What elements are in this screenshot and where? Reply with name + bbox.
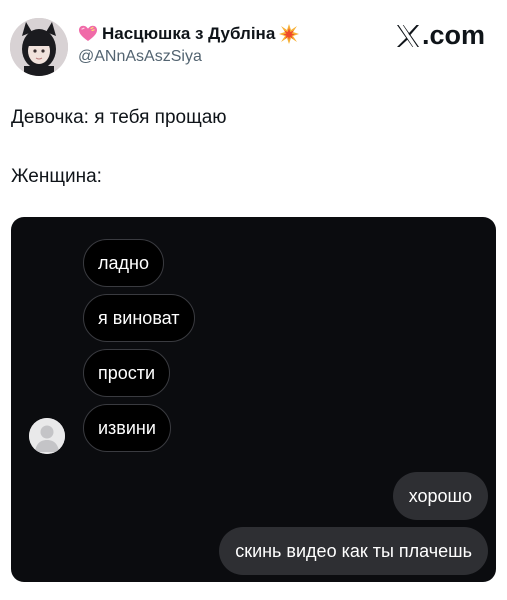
author-handle[interactable]: @ANnAsAszSiya bbox=[78, 48, 202, 66]
author-name-row[interactable]: Насцюшка з Дубліна bbox=[78, 22, 300, 46]
collision-icon bbox=[279, 24, 300, 44]
x-logo-icon bbox=[395, 23, 421, 49]
incoming-message-bubble[interactable]: я виноват bbox=[83, 294, 195, 342]
pink-heart-icon bbox=[78, 24, 98, 44]
author-name: Насцюшка з Дубліна bbox=[102, 24, 276, 43]
outgoing-message-bubble[interactable]: хорошо bbox=[392, 472, 488, 520]
tweet-text-line: Девочка: я тебя прощаю bbox=[11, 107, 227, 128]
outgoing-message-bubble[interactable]: скинь видео как ты плачешь bbox=[219, 527, 488, 575]
incoming-message-bubble[interactable]: извини bbox=[83, 404, 171, 452]
incoming-message-bubble[interactable]: прости bbox=[83, 349, 171, 397]
brand-watermark: .com bbox=[395, 20, 485, 51]
tweet-header: Насцюшка з Дубліна @ANnAsAszSiya .com bbox=[10, 14, 497, 76]
author-avatar[interactable] bbox=[10, 18, 68, 76]
chat-screenshot: ладно я виноват прости извини хорошо ски… bbox=[11, 217, 496, 582]
incoming-message-bubble[interactable]: ладно bbox=[83, 239, 164, 287]
brand-text: .com bbox=[421, 20, 485, 50]
tweet-text-line: Женщина: bbox=[11, 166, 102, 187]
default-user-avatar-icon[interactable] bbox=[29, 418, 65, 454]
